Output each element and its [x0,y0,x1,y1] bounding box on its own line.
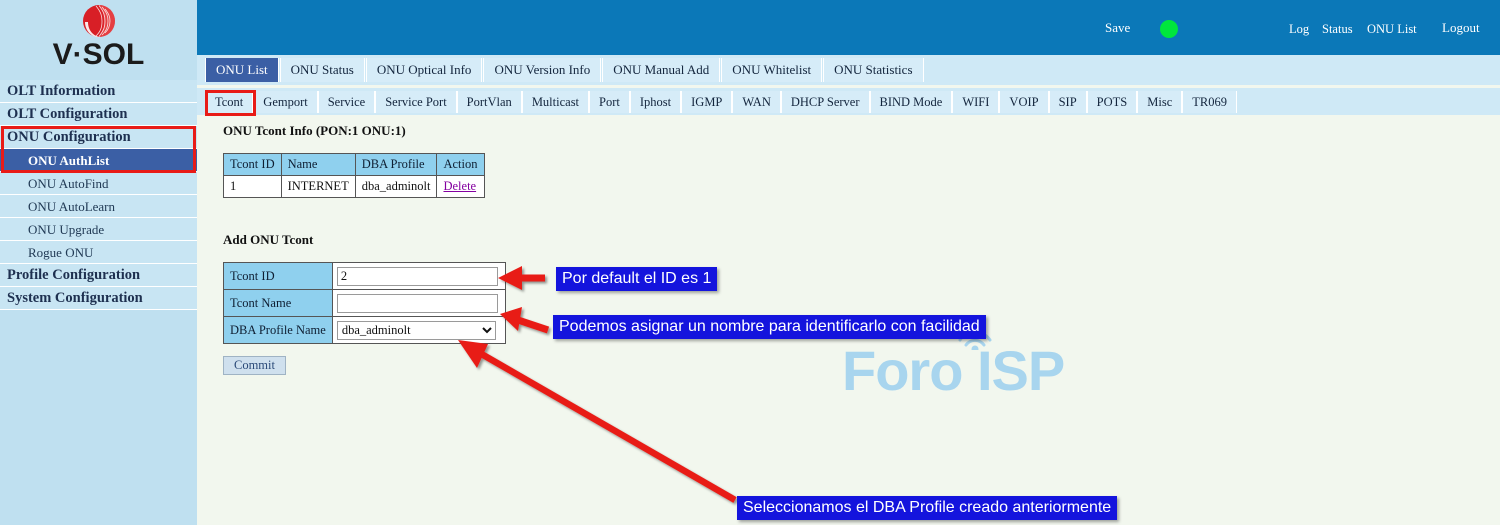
tab-iphost[interactable]: Iphost [629,90,682,113]
tab-onu-statistics[interactable]: ONU Statistics [823,58,924,82]
annotation-dba-profile: Seleccionamos el DBA Profile creado ante… [737,496,1118,520]
sidebar-item-onu-upgrade[interactable]: ONU Upgrade [0,218,197,241]
tab-voip[interactable]: VOIP [999,90,1049,113]
sidebar-item-label: ONU Upgrade [28,222,105,237]
sidebar-item-label: System Configuration [7,290,143,306]
delete-link[interactable]: Delete [443,179,476,193]
dba-profile-select[interactable]: dba_adminolt [336,320,496,340]
sidebar-item-profile-configuration[interactable]: Profile Configuration [0,264,197,287]
sidebar-item-label: ONU Configuration [7,129,131,145]
form-row-tcont-id: Tcont ID [223,262,506,290]
watermark-text: Foro ISP [842,339,1065,402]
annotation-tcont-id: Por default el ID es 1 [556,267,718,291]
sidebar-item-olt-information[interactable]: OLT Information [0,80,197,103]
tcont-id-input[interactable] [336,266,498,286]
sidebar-item-label: OLT Configuration [7,106,128,122]
sidebar-item-rogue-onu[interactable]: Rogue ONU [0,241,197,264]
sidebar-item-label: ONU AutoLearn [28,199,116,214]
sidebar-item-onu-configuration[interactable]: ONU Configuration [0,126,197,149]
cell-tcont-id: 1 [223,175,282,198]
sidebar-item-label: Profile Configuration [7,267,141,283]
tab-onu-list[interactable]: ONU List [205,58,279,82]
tab-tr069[interactable]: TR069 [1182,90,1237,113]
column-header-name: Name [280,153,356,176]
tab-onu-optical-info[interactable]: ONU Optical Info [365,58,483,82]
watermark: Foro ISP [842,330,1065,402]
cell-name: INTERNET [280,175,356,198]
tab-port[interactable]: Port [589,90,630,113]
tab-dhcp-server[interactable]: DHCP Server [780,90,870,113]
brand-logo-text: V·SOL [52,38,145,71]
header-link-onu-list[interactable]: ONU List [1367,22,1417,37]
tab-tcont[interactable]: Tcont [205,90,254,113]
brand-logo: V·SOL [0,0,197,80]
top-header-bar: Save Log Status ONU List Logout [197,0,1500,55]
column-header-tcont-id: Tcont ID [223,153,282,176]
header-link-log[interactable]: Log [1289,22,1309,37]
add-tcont-form: Tcont ID Tcont Name DBA Profile Name dba… [223,262,506,344]
cell-dba-profile: dba_adminolt [354,175,438,198]
column-header-dba-profile: DBA Profile [354,153,438,176]
sidebar-item-label: Rogue ONU [28,245,94,260]
tab-wifi[interactable]: WIFI [952,90,1000,113]
form-row-dba-profile-name: DBA Profile Name dba_adminolt [223,316,506,344]
add-section-title: Add ONU Tcont [223,232,314,247]
column-header-action: Action [436,153,485,176]
cell-action: Delete [436,175,485,198]
tab-multicast[interactable]: Multicast [521,90,590,113]
commit-button[interactable]: Commit [223,356,286,375]
tab-igmp[interactable]: IGMP [681,90,733,113]
save-button[interactable]: Save [1105,20,1130,36]
tab-gemport[interactable]: Gemport [253,90,318,113]
tab-onu-version-info[interactable]: ONU Version Info [483,58,602,82]
sidebar-item-label: ONU AuthList [28,153,110,168]
tab-bind-mode[interactable]: BIND Mode [869,90,953,113]
tab-wan[interactable]: WAN [732,90,781,113]
primary-tab-bar: ONU List ONU Status ONU Optical Info ONU… [197,55,1500,85]
table-row: 1 INTERNET dba_adminolt Delete [223,175,485,198]
sidebar-item-system-configuration[interactable]: System Configuration [0,287,197,310]
tab-onu-manual-add[interactable]: ONU Manual Add [602,58,721,82]
secondary-tab-bar: Tcont Gemport Service Service Port PortV… [197,88,1500,115]
info-section-title: ONU Tcont Info (PON:1 ONU:1) [223,123,406,138]
label-dba-profile-name: DBA Profile Name [223,316,333,344]
tab-sip[interactable]: SIP [1048,90,1087,113]
header-link-status[interactable]: Status [1322,22,1353,37]
tab-service-port[interactable]: Service Port [375,90,457,113]
tab-pots[interactable]: POTS [1086,90,1138,113]
sidebar-item-label: ONU AutoFind [28,176,109,191]
tcont-info-table: Tcont ID Name DBA Profile Action 1 INTER… [223,153,485,198]
sidebar-item-label: OLT Information [7,83,116,99]
tab-onu-whitelist[interactable]: ONU Whitelist [721,58,823,82]
tab-service[interactable]: Service [317,90,376,113]
tab-onu-status[interactable]: ONU Status [279,58,365,82]
table-header-row: Tcont ID Name DBA Profile Action [223,153,485,176]
sidebar-item-onu-authlist[interactable]: ONU AuthList [0,149,197,172]
label-tcont-id: Tcont ID [223,262,333,290]
sidebar-item-olt-configuration[interactable]: OLT Configuration [0,103,197,126]
sidebar: V·SOL OLT Information OLT Configuration … [0,0,197,525]
status-indicator-dot [1160,20,1178,38]
vsol-ball-logo-icon [82,5,115,38]
header-link-logout[interactable]: Logout [1442,20,1480,36]
sidebar-item-onu-autofind[interactable]: ONU AutoFind [0,172,197,195]
annotation-tcont-name: Podemos asignar un nombre para identific… [553,315,986,339]
tab-misc[interactable]: Misc [1137,90,1183,113]
tab-portvlan[interactable]: PortVlan [456,90,522,113]
sidebar-item-onu-autolearn[interactable]: ONU AutoLearn [0,195,197,218]
label-tcont-name: Tcont Name [223,289,333,317]
form-row-tcont-name: Tcont Name [223,289,506,317]
tcont-name-input[interactable] [336,293,498,313]
